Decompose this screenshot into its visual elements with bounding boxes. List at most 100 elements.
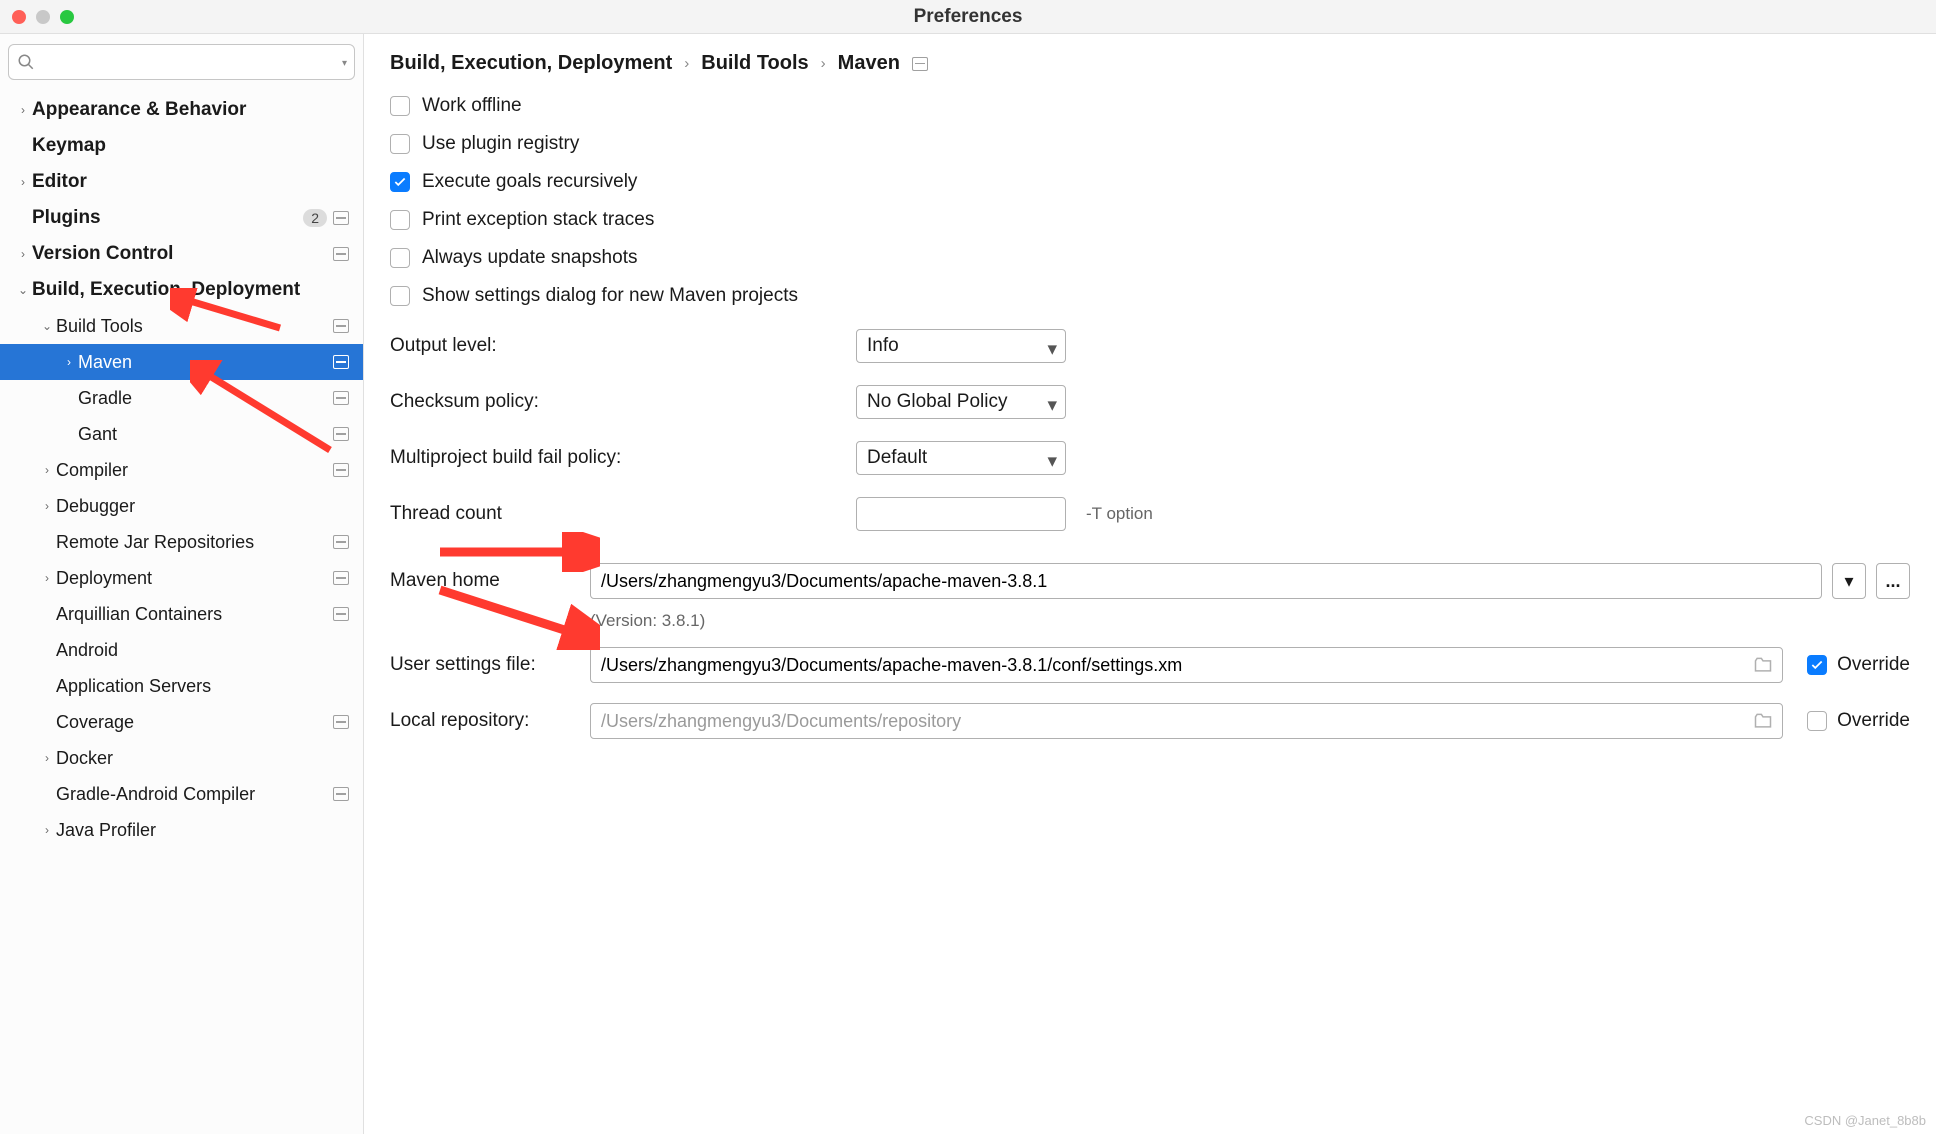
tree-item-appearance-behavior[interactable]: ›Appearance & Behavior	[0, 92, 363, 128]
select-output-level[interactable]: Info▾	[856, 329, 1066, 363]
chevron-right-icon[interactable]: ›	[38, 823, 56, 837]
tree-item-build-tools[interactable]: ⌄Build Tools	[0, 308, 363, 344]
tree-item-label: Maven	[78, 352, 333, 373]
close-icon[interactable]	[12, 10, 26, 24]
project-scope-icon	[333, 391, 349, 405]
tree-item-gant[interactable]: Gant	[0, 416, 363, 452]
chevron-right-icon: ›	[684, 55, 689, 72]
project-scope-icon	[912, 57, 928, 71]
chevron-right-icon[interactable]: ›	[14, 175, 32, 189]
checkbox-show-settings[interactable]	[390, 286, 410, 306]
tree-item-label: Gradle	[78, 388, 333, 409]
tree-item-build-execution-deployment[interactable]: ⌄Build, Execution, Deployment	[0, 272, 363, 308]
input-local-repo[interactable]	[590, 703, 1783, 739]
project-scope-icon	[333, 787, 349, 801]
chevron-right-icon[interactable]: ›	[14, 247, 32, 261]
search-input[interactable]	[8, 44, 355, 80]
tree-item-label: Plugins	[32, 207, 303, 229]
tree-item-keymap[interactable]: Keymap	[0, 128, 363, 164]
chevron-right-icon[interactable]: ›	[38, 463, 56, 477]
tree-item-label: Keymap	[32, 135, 363, 157]
project-scope-icon	[333, 427, 349, 441]
chevron-down-icon: ▾	[1047, 450, 1057, 473]
tree-item-coverage[interactable]: Coverage	[0, 704, 363, 740]
tree-item-deployment[interactable]: ›Deployment	[0, 560, 363, 596]
project-scope-icon	[333, 319, 349, 333]
tree-item-label: Appearance & Behavior	[32, 99, 363, 121]
label-checksum-policy: Checksum policy:	[390, 391, 856, 413]
chevron-right-icon[interactable]: ›	[38, 571, 56, 585]
chevron-right-icon[interactable]: ›	[60, 355, 78, 369]
tree-item-maven[interactable]: ›Maven	[0, 344, 363, 380]
tree-item-gradle-android-compiler[interactable]: Gradle-Android Compiler	[0, 776, 363, 812]
checkbox-execute-goals[interactable]	[390, 172, 410, 192]
tree-item-version-control[interactable]: ›Version Control	[0, 236, 363, 272]
tree-item-label: Gant	[78, 424, 333, 445]
select-checksum-policy[interactable]: No Global Policy▾	[856, 385, 1066, 419]
folder-icon[interactable]	[1753, 711, 1773, 731]
tree-item-label: Debugger	[56, 496, 363, 517]
tree-item-arquillian-containers[interactable]: Arquillian Containers	[0, 596, 363, 632]
label-output-level: Output level:	[390, 335, 856, 357]
tree-item-editor[interactable]: ›Editor	[0, 164, 363, 200]
label-user-settings: User settings file:	[390, 654, 580, 676]
zoom-icon[interactable]	[60, 10, 74, 24]
select-multiproject[interactable]: Default▾	[856, 441, 1066, 475]
window-title: Preferences	[914, 6, 1023, 28]
traffic-lights	[0, 10, 74, 24]
select-checksum-policy-value: No Global Policy	[867, 391, 1007, 413]
tree-item-application-servers[interactable]: Application Servers	[0, 668, 363, 704]
checkbox-use-plugin-registry[interactable]	[390, 134, 410, 154]
tree-item-remote-jar-repositories[interactable]: Remote Jar Repositories	[0, 524, 363, 560]
search-container: ▾	[0, 34, 363, 90]
checkbox-work-offline[interactable]	[390, 96, 410, 116]
input-user-settings[interactable]	[590, 647, 1783, 683]
settings-tree: ›Appearance & BehaviorKeymap›EditorPlugi…	[0, 90, 363, 1134]
label-override-user-settings: Override	[1837, 654, 1910, 676]
project-scope-icon	[333, 247, 349, 261]
chevron-right-icon[interactable]: ›	[38, 751, 56, 765]
tree-item-android[interactable]: Android	[0, 632, 363, 668]
tree-item-label: Android	[56, 640, 363, 661]
checkbox-always-update[interactable]	[390, 248, 410, 268]
chevron-right-icon[interactable]: ›	[38, 499, 56, 513]
label-show-settings: Show settings dialog for new Maven proje…	[422, 285, 798, 307]
tree-item-plugins[interactable]: Plugins2	[0, 200, 363, 236]
tree-item-label: Build Tools	[56, 316, 333, 337]
tree-item-label: Java Profiler	[56, 820, 363, 841]
chevron-down-icon[interactable]: ⌄	[38, 319, 56, 333]
tree-item-label: Gradle-Android Compiler	[56, 784, 333, 805]
tree-item-docker[interactable]: ›Docker	[0, 740, 363, 776]
breadcrumb-1[interactable]: Build, Execution, Deployment	[390, 52, 672, 75]
tree-item-label: Version Control	[32, 243, 333, 265]
watermark: CSDN @Janet_8b8b	[1804, 1113, 1926, 1128]
chevron-down-icon[interactable]: ⌄	[14, 283, 32, 297]
project-scope-icon	[333, 463, 349, 477]
tree-item-gradle[interactable]: Gradle	[0, 380, 363, 416]
checkbox-print-exception[interactable]	[390, 210, 410, 230]
tree-item-label: Compiler	[56, 460, 333, 481]
project-scope-icon	[333, 607, 349, 621]
chevron-right-icon: ›	[821, 55, 826, 72]
maven-version: (Version: 3.8.1)	[590, 611, 1910, 631]
chevron-right-icon[interactable]: ›	[14, 103, 32, 117]
tree-item-label: Editor	[32, 171, 363, 193]
tree-item-label: Docker	[56, 748, 363, 769]
checkbox-override-local-repo[interactable]	[1807, 711, 1827, 731]
tree-item-java-profiler[interactable]: ›Java Profiler	[0, 812, 363, 848]
label-execute-goals: Execute goals recursively	[422, 171, 637, 193]
maven-home-dropdown-button[interactable]: ▾	[1832, 563, 1866, 599]
project-scope-icon	[333, 535, 349, 549]
search-history-icon[interactable]: ▾	[342, 58, 347, 69]
input-maven-home[interactable]	[590, 563, 1822, 599]
input-thread-count[interactable]	[856, 497, 1066, 531]
folder-icon[interactable]	[1753, 655, 1773, 675]
checkbox-override-user-settings[interactable]	[1807, 655, 1827, 675]
breadcrumb-2[interactable]: Build Tools	[701, 52, 808, 75]
maven-home-browse-button[interactable]: ...	[1876, 563, 1910, 599]
badge: 2	[303, 209, 327, 227]
tree-item-label: Coverage	[56, 712, 333, 733]
tree-item-compiler[interactable]: ›Compiler	[0, 452, 363, 488]
label-override-local-repo: Override	[1837, 710, 1910, 732]
tree-item-debugger[interactable]: ›Debugger	[0, 488, 363, 524]
